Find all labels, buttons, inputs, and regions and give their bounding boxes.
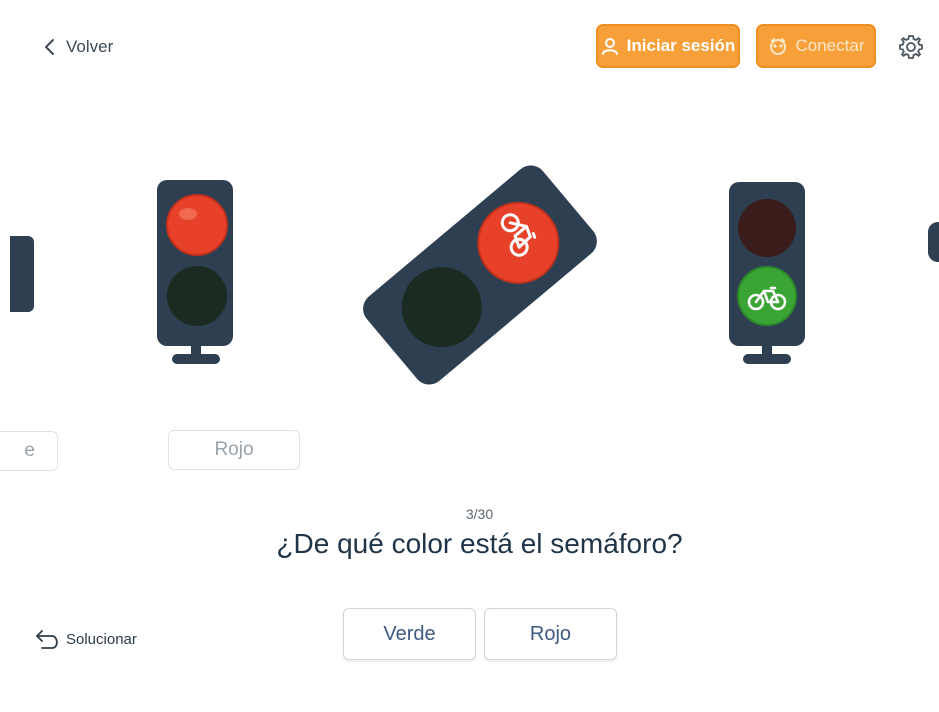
answer-label: Verde bbox=[383, 622, 436, 645]
prev-card-answer-label: e bbox=[24, 440, 35, 461]
answer-button-rojo[interactable]: Rojo bbox=[484, 608, 617, 660]
left-card-answer-label: Rojo bbox=[214, 439, 254, 460]
login-label: Iniciar sesión bbox=[626, 36, 736, 55]
progress-counter: 3/30 bbox=[465, 506, 494, 522]
chevron-left-icon bbox=[45, 39, 54, 55]
prev-card-answer-button: e bbox=[0, 431, 58, 471]
back-label: Volver bbox=[66, 37, 114, 56]
connect-button[interactable]: Conectar bbox=[756, 24, 876, 68]
login-button[interactable]: Iniciar sesión bbox=[596, 24, 740, 68]
solve-label: Solucionar bbox=[66, 630, 137, 648]
connect-label: Conectar bbox=[795, 36, 865, 55]
app-frame: Volver Iniciar sesión Conectar e Rojo 3/… bbox=[0, 0, 939, 712]
undo-arrow-icon bbox=[36, 630, 58, 649]
traffic-light-green-card bbox=[729, 182, 805, 364]
owl-icon bbox=[769, 38, 786, 55]
back-button[interactable]: Volver bbox=[42, 36, 113, 58]
traffic-light-tilted-card bbox=[363, 165, 597, 385]
answer-label: Rojo bbox=[529, 622, 572, 645]
next-card-traffic-light-edge bbox=[928, 222, 939, 262]
prev-card-traffic-light-edge bbox=[10, 236, 34, 312]
gear-icon[interactable] bbox=[898, 34, 924, 60]
solve-button[interactable]: Solucionar bbox=[34, 628, 137, 650]
answer-button-verde[interactable]: Verde bbox=[343, 608, 476, 660]
user-icon bbox=[601, 38, 618, 55]
left-card-answer-button: Rojo bbox=[168, 430, 300, 470]
question-text: ¿De qué color está el semáforo? bbox=[276, 528, 683, 559]
top-bar: Volver Iniciar sesión Conectar bbox=[0, 0, 939, 90]
traffic-light-red-card bbox=[157, 180, 233, 364]
